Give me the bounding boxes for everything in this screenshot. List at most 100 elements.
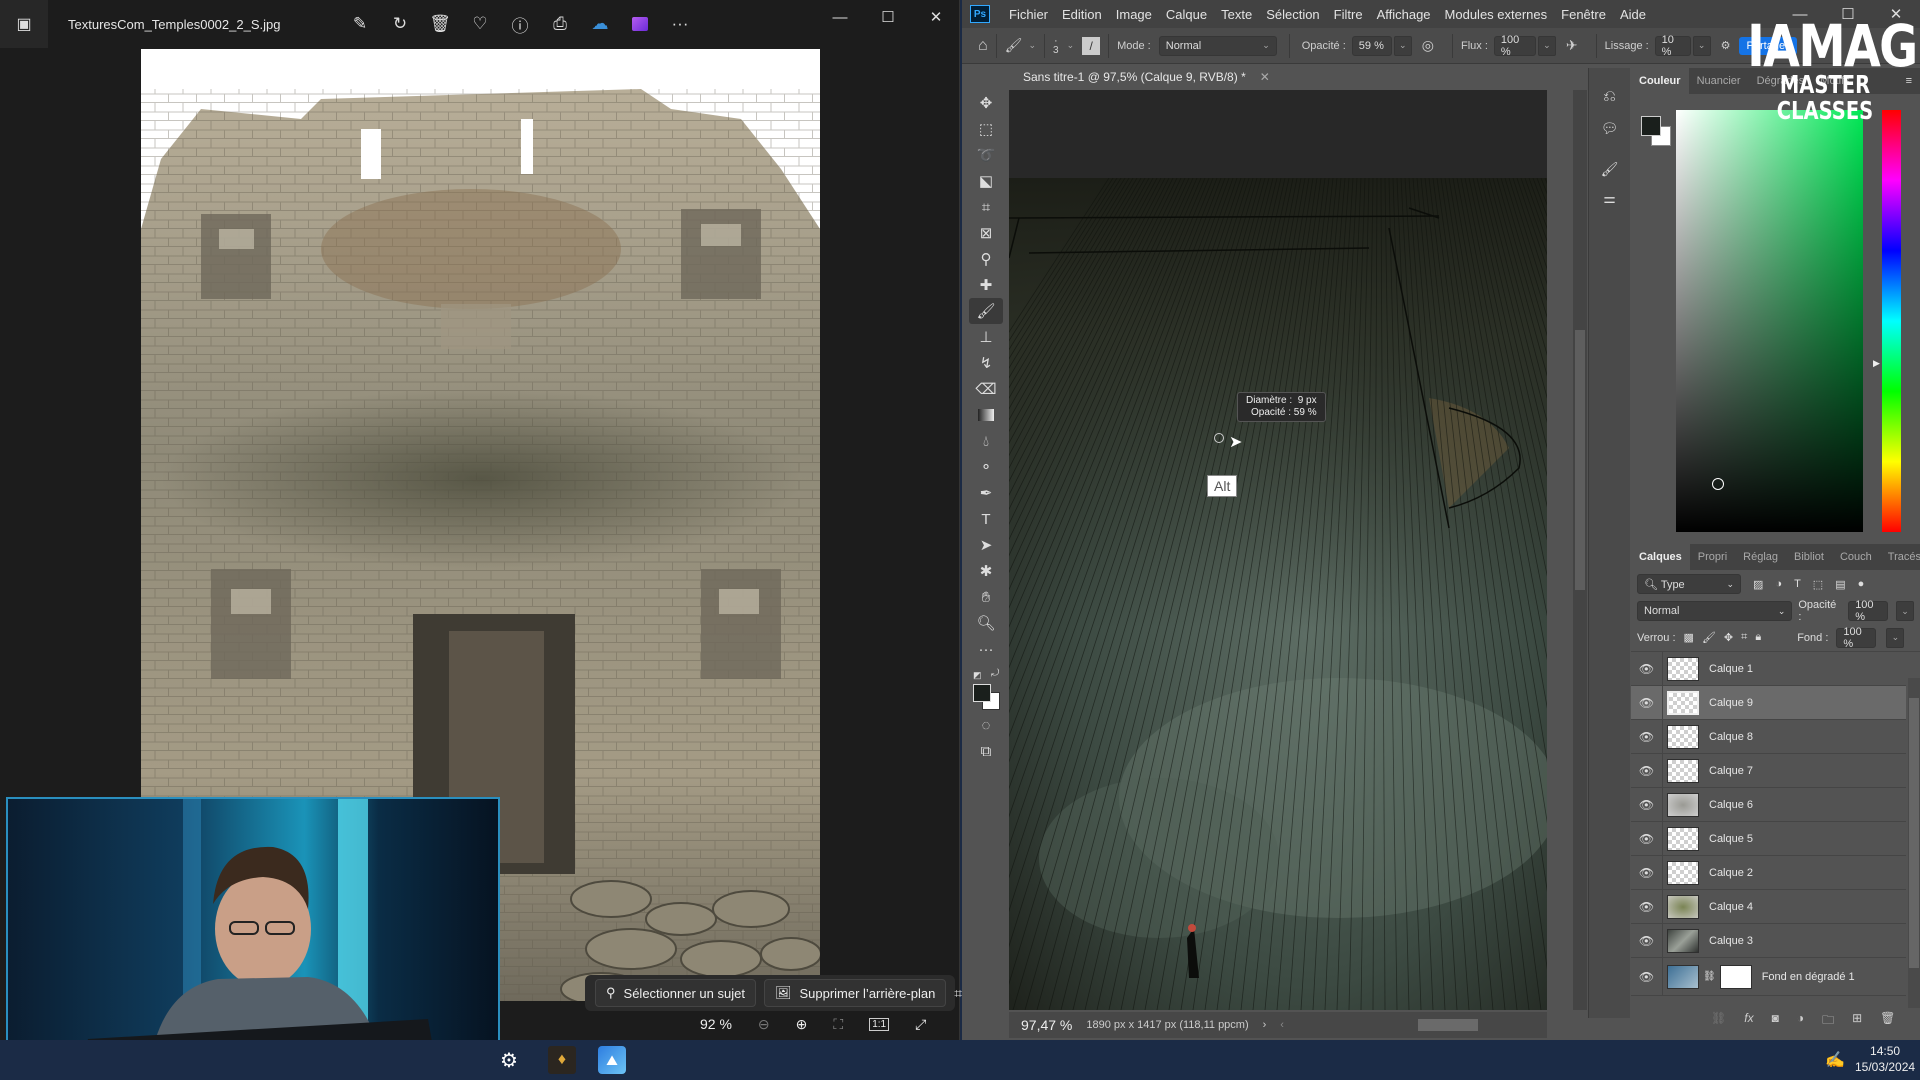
layers-scrollbar-thumb[interactable] — [1909, 698, 1919, 968]
path-selection-tool-icon[interactable]: ➤ — [969, 532, 1003, 558]
pressure-opacity-icon[interactable]: ◎ — [1422, 37, 1434, 54]
menu-modules-externes[interactable]: Modules externes — [1438, 7, 1555, 22]
airbrush-icon[interactable]: ✈︎ — [1566, 37, 1578, 54]
tab-proprietes[interactable]: Propri — [1690, 544, 1735, 570]
settings-taskbar-icon[interactable]: ⚙ — [500, 1048, 518, 1073]
pen-tool-icon[interactable]: ✒ — [969, 480, 1003, 506]
saturation-brightness-field[interactable] — [1676, 110, 1863, 532]
brush-settings-icon[interactable]: / — [1082, 36, 1101, 55]
maximize-button[interactable]: ☐ — [864, 0, 912, 34]
brush-tool-icon[interactable]: 🖌︎ — [969, 298, 1003, 324]
close-tab-icon[interactable]: ✕ — [1260, 70, 1270, 84]
status-zoom[interactable]: 97,47 % — [1021, 1017, 1072, 1033]
crop-icon[interactable]: ⌗ — [954, 985, 962, 1002]
ps-document-canvas[interactable]: Diamètre : 9 px Opacité : 59 % ➤ Alt — [1009, 178, 1547, 1010]
zoom-tool-icon[interactable]: 🔍︎ — [969, 610, 1003, 636]
layer-row[interactable]: 👁︎ Calque 3 — [1631, 923, 1906, 958]
clipchamp-icon[interactable] — [620, 0, 660, 48]
layer-blend-mode-select[interactable]: Normal ⌄ — [1637, 601, 1793, 621]
opacity-dropdown[interactable]: ⌄ — [1393, 35, 1412, 56]
history-brush-tool-icon[interactable]: ↯ — [969, 350, 1003, 376]
print-icon[interactable]: ⎙ — [540, 0, 580, 48]
foreground-color-swatch[interactable] — [973, 684, 991, 702]
document-tab[interactable]: Sans titre-1 @ 97,5% (Calque 9, RVB/8) *… — [1009, 64, 1409, 90]
more-icon[interactable]: ··· — [660, 0, 700, 48]
actual-size-icon[interactable]: 1:1 — [869, 1017, 890, 1031]
shape-tool-icon[interactable]: ✱ — [969, 558, 1003, 584]
filter-smart-object-icon[interactable]: ▤ — [1835, 578, 1845, 591]
menu-fenetre[interactable]: Fenêtre — [1554, 7, 1613, 22]
filter-toggle[interactable]: ● — [1858, 578, 1865, 590]
remove-background-button[interactable]: 🖼︎ Supprimer l’arrière-plan — [763, 979, 947, 1007]
layer-filter-select[interactable]: 🔍︎ Type ⌄ — [1637, 574, 1741, 594]
color-panel-foreground-swatch[interactable] — [1641, 116, 1661, 136]
visibility-eye-icon[interactable]: 👁︎ — [1631, 821, 1663, 856]
lock-pixels-icon[interactable]: 🖌︎ — [1702, 631, 1716, 644]
rotate-icon[interactable]: ↻ — [380, 0, 420, 48]
delete-icon[interactable]: 🗑︎ — [420, 0, 460, 48]
layer-row[interactable]: 👁︎ Calque 1 — [1631, 651, 1906, 686]
horizontal-scrollbar-thumb[interactable] — [1417, 1019, 1478, 1031]
smoothing-field[interactable]: 10 % — [1654, 34, 1691, 58]
lasso-tool-icon[interactable]: ➰ — [969, 142, 1003, 168]
eyedropper-tool-icon[interactable]: ⚲ — [969, 246, 1003, 272]
tab-calques[interactable]: Calques — [1631, 544, 1690, 570]
chevron-down-icon[interactable]: ⌄ — [1067, 40, 1075, 51]
layer-row[interactable]: 👁︎ Calque 2 — [1631, 855, 1906, 890]
link-layers-icon[interactable]: ⛓ — [1711, 1011, 1726, 1032]
hue-slider[interactable] — [1882, 110, 1901, 532]
type-tool-icon[interactable]: T — [969, 506, 1003, 532]
layer-row[interactable]: 👁︎ Calque 9 — [1631, 685, 1906, 720]
new-adjustment-layer-icon[interactable]: ◑ — [1797, 1011, 1804, 1032]
close-button[interactable]: ✕ — [912, 0, 960, 34]
fill-field[interactable]: 100 % — [1836, 626, 1877, 650]
quick-mask-icon[interactable]: ◌ — [969, 712, 1003, 738]
tab-reglages[interactable]: Réglag — [1735, 544, 1786, 570]
swap-colors-icon[interactable]: ⤾ — [991, 668, 999, 679]
visibility-eye-icon[interactable]: 👁︎ — [1631, 889, 1663, 924]
panel-menu-icon[interactable]: ≡ — [1906, 75, 1912, 87]
ps-canvas-area[interactable]: Diamètre : 9 px Opacité : 59 % ➤ Alt — [1009, 90, 1547, 1010]
brush-settings-panel-icon[interactable]: 🖌︎ — [1589, 161, 1630, 178]
color-picker-handle[interactable] — [1712, 478, 1724, 490]
vertical-scrollbar-thumb[interactable] — [1575, 330, 1585, 590]
frame-tool-icon[interactable]: ⊠ — [969, 220, 1003, 246]
visibility-eye-icon[interactable]: 👁︎ — [1631, 685, 1663, 720]
visibility-eye-icon[interactable]: 👁︎ — [1631, 855, 1663, 890]
healing-brush-tool-icon[interactable]: ✚ — [969, 272, 1003, 298]
menu-edition[interactable]: Edition — [1055, 7, 1109, 22]
opacity-field[interactable]: 59 % — [1351, 35, 1392, 56]
brush-size-picker[interactable]: · 3 — [1053, 35, 1059, 56]
menu-affichage[interactable]: Affichage — [1370, 7, 1438, 22]
flow-field[interactable]: 100 % — [1493, 34, 1536, 58]
filter-shape-icon[interactable]: ⬚ — [1813, 578, 1823, 591]
visibility-eye-icon[interactable]: 👁︎ — [1631, 923, 1663, 958]
home-icon[interactable]: ⌂ — [978, 37, 988, 55]
marquee-tool-icon[interactable]: ⬚ — [969, 116, 1003, 142]
photos-taskbar-icon[interactable]: ⛰ — [598, 1046, 626, 1074]
delete-layer-icon[interactable]: 🗑︎ — [1880, 1011, 1895, 1032]
ps-minimize-button[interactable]: — — [1776, 3, 1824, 25]
menu-texte[interactable]: Texte — [1214, 7, 1259, 22]
layer-row[interactable]: 👁︎ Calque 8 — [1631, 719, 1906, 754]
clone-stamp-tool-icon[interactable]: ⊥ — [969, 324, 1003, 350]
menu-calque[interactable]: Calque — [1159, 7, 1214, 22]
visibility-eye-icon[interactable]: 👁︎ — [1631, 753, 1663, 788]
tab-degrades[interactable]: Dégradés — [1749, 68, 1813, 94]
tab-traces[interactable]: Tracés — [1880, 544, 1920, 570]
default-colors-icon[interactable]: ◩ — [973, 670, 982, 681]
photos-app-icon[interactable]: ▣ — [0, 0, 48, 48]
layer-row[interactable]: 👁︎ Calque 4 — [1631, 889, 1906, 924]
menu-filtre[interactable]: Filtre — [1327, 7, 1370, 22]
zoom-out-icon[interactable]: ⊖ — [758, 1016, 770, 1033]
adjustments-panel-icon[interactable]: ⚌ — [1589, 190, 1630, 207]
tab-couches[interactable]: Couch — [1832, 544, 1880, 570]
new-layer-icon[interactable]: ⊞ — [1852, 1011, 1862, 1032]
object-selection-tool-icon[interactable]: ⬕ — [969, 168, 1003, 194]
chevron-right-icon[interactable]: › — [1263, 1019, 1267, 1031]
status-doc-info[interactable]: 1890 px x 1417 px (118,11 ppcm) — [1086, 1019, 1248, 1031]
fit-to-window-icon[interactable]: ⛶ — [833, 1016, 843, 1033]
flow-dropdown[interactable]: ⌄ — [1537, 35, 1556, 56]
pen-tray-icon[interactable]: ✍ — [1825, 1050, 1845, 1070]
lock-transparency-icon[interactable]: ▩ — [1684, 631, 1694, 644]
